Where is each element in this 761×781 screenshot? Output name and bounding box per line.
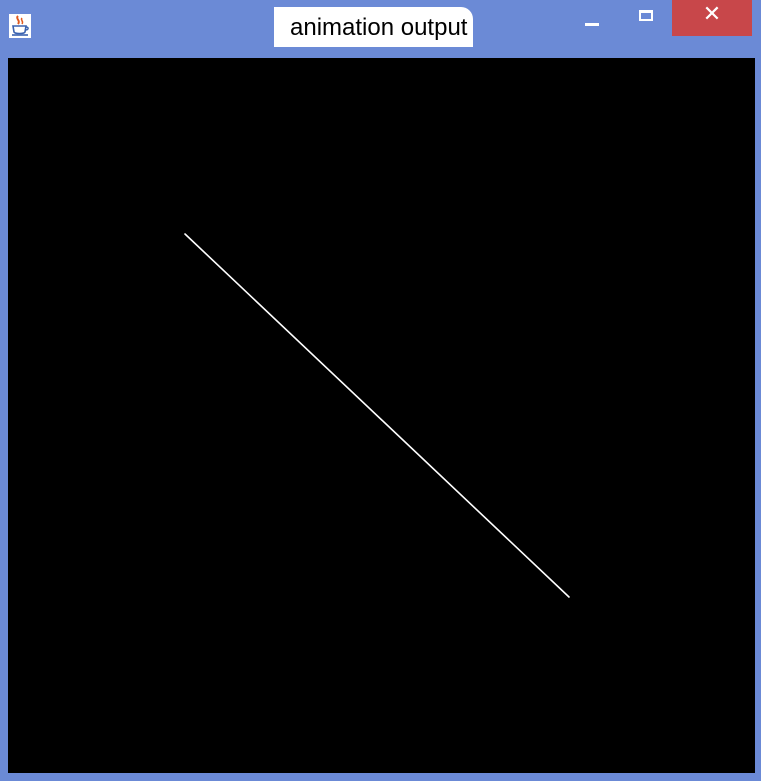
close-icon: ✕ — [702, 2, 722, 27]
maximize-icon — [639, 9, 653, 21]
java-coffee-icon[interactable] — [9, 14, 31, 38]
close-button[interactable]: ✕ — [672, 0, 752, 36]
drawing-surface — [184, 233, 570, 598]
minimize-button[interactable] — [570, 0, 614, 38]
minimize-icon — [585, 22, 599, 26]
window-bottom-border — [0, 773, 761, 781]
window-title: animation output — [274, 7, 474, 47]
maximize-button[interactable] — [626, 0, 666, 38]
animation-canvas[interactable] — [8, 58, 755, 773]
animated-line — [184, 233, 570, 598]
title-bar[interactable]: animation output ✕ — [0, 0, 761, 58]
app-window: animation output ✕ — [0, 0, 761, 781]
